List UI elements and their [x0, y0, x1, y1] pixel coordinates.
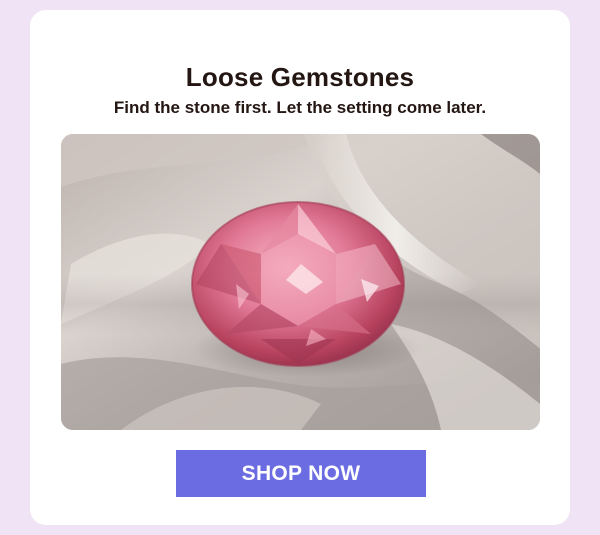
- promo-subtitle: Find the stone first. Let the setting co…: [113, 98, 487, 117]
- gemstone-photo-graphic: [61, 134, 540, 430]
- gemstone-image[interactable]: [61, 134, 540, 430]
- shop-now-button[interactable]: SHOP NOW: [176, 450, 426, 497]
- pink-gemstone-icon: [191, 201, 405, 367]
- promo-title: Loose Gemstones: [185, 62, 415, 92]
- promo-card: Loose Gemstones Find the stone first. Le…: [30, 10, 570, 525]
